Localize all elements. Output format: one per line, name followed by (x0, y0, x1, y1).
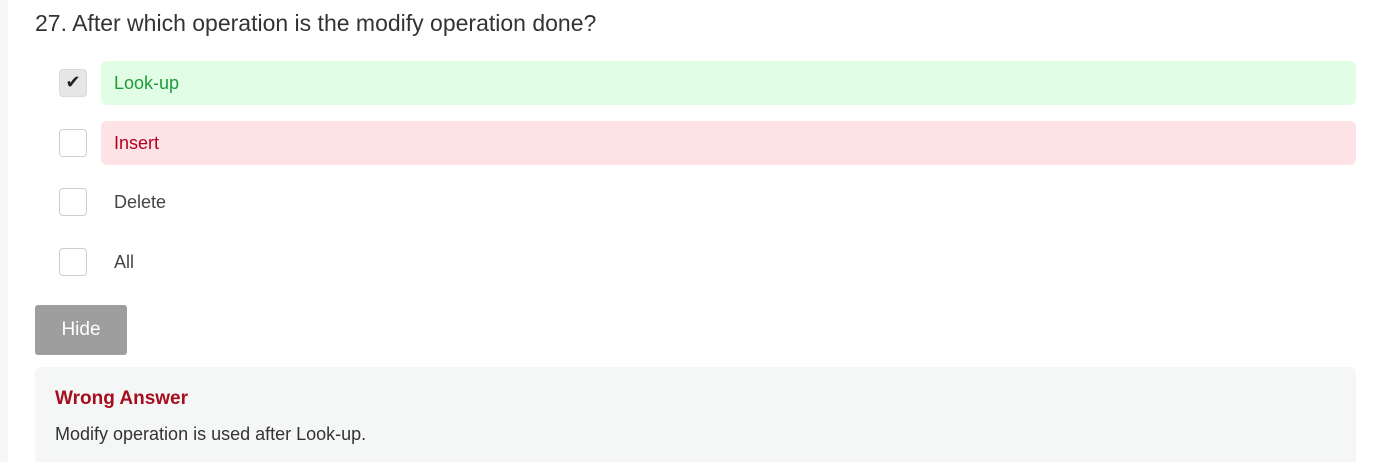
option-label-insert[interactable]: Insert (101, 121, 1356, 165)
question-text: 27. After which operation is the modify … (35, 10, 597, 36)
check-icon: ✔ (65, 72, 81, 93)
option-label-text: Insert (114, 132, 160, 153)
option-checkbox-insert[interactable] (59, 129, 87, 157)
option-row-lookup[interactable]: ✔ Look-up (59, 61, 1356, 105)
option-label-text: Look-up (114, 72, 180, 93)
option-label-text: All (114, 251, 135, 272)
quiz-page: 27. After which operation is the modify … (0, 0, 1378, 462)
option-checkbox-delete[interactable] (59, 188, 87, 216)
option-row-delete[interactable]: Delete (59, 180, 1356, 224)
feedback-text: Modify operation is used after Look-up. (55, 424, 367, 444)
option-label-lookup[interactable]: Look-up (101, 61, 1356, 105)
hide-button[interactable]: Hide (35, 305, 127, 355)
option-label-text: Delete (114, 191, 167, 212)
option-row-all[interactable]: All (59, 240, 1356, 284)
option-checkbox-all[interactable] (59, 248, 87, 276)
option-checkbox-lookup[interactable]: ✔ (59, 69, 87, 97)
feedback-panel: Wrong Answer Modify operation is used af… (35, 367, 1356, 462)
left-gutter (0, 0, 8, 462)
option-row-insert[interactable]: Insert (59, 121, 1356, 165)
option-label-delete[interactable]: Delete (101, 180, 1356, 224)
option-label-all[interactable]: All (101, 240, 1356, 284)
feedback-title: Wrong Answer (55, 388, 189, 409)
